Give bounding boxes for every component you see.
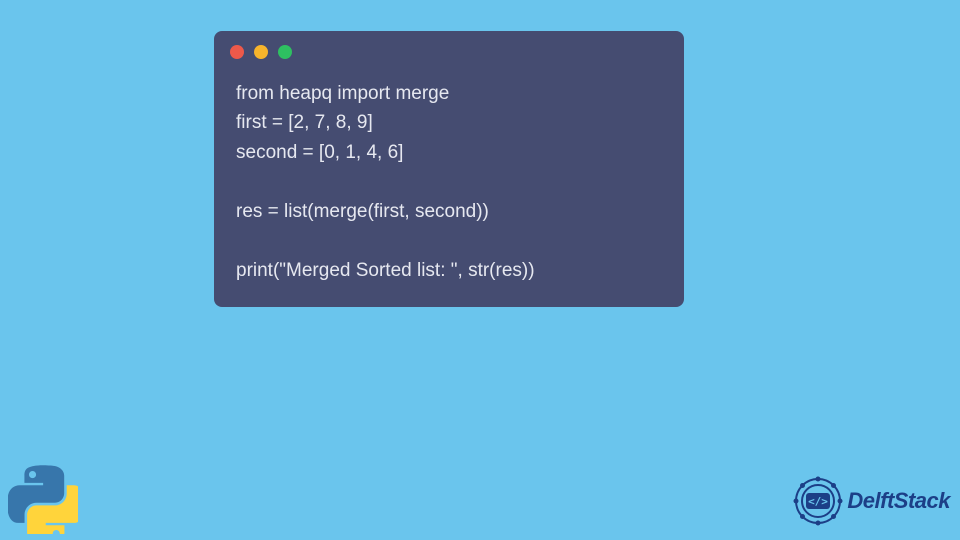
code-line: first = [2, 7, 8, 9] bbox=[236, 112, 373, 133]
svg-text:</>: </> bbox=[808, 495, 828, 508]
close-icon bbox=[230, 45, 244, 59]
code-line: res = list(merge(first, second)) bbox=[236, 201, 489, 222]
maximize-icon bbox=[278, 45, 292, 59]
brand-name: DelftStack bbox=[847, 488, 950, 514]
code-window: from heapq import merge first = [2, 7, 8… bbox=[214, 31, 684, 307]
code-line: second = [0, 1, 4, 6] bbox=[236, 142, 403, 163]
code-line: print("Merged Sorted list: ", str(res)) bbox=[236, 260, 535, 281]
python-logo-icon bbox=[8, 464, 78, 534]
code-line: from heapq import merge bbox=[236, 83, 449, 104]
minimize-icon bbox=[254, 45, 268, 59]
delftstack-brand: </> DelftStack bbox=[793, 476, 950, 526]
window-titlebar bbox=[214, 31, 684, 67]
delftstack-logo-icon: </> bbox=[793, 476, 843, 526]
code-block: from heapq import merge first = [2, 7, 8… bbox=[214, 67, 684, 285]
